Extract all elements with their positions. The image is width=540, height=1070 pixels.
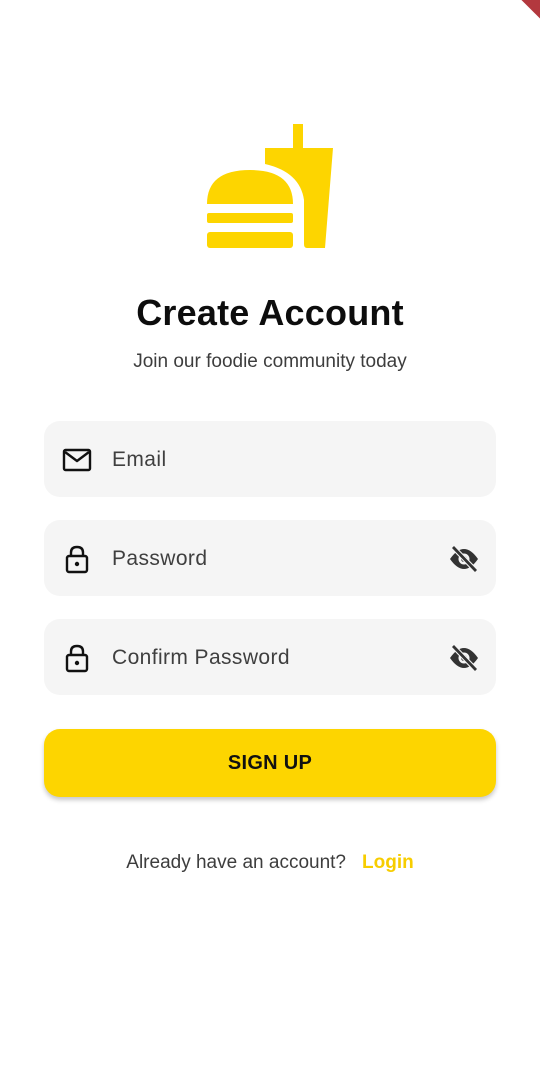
password-input[interactable]	[110, 520, 414, 598]
signup-screen: Create Account Join our foodie community…	[0, 0, 540, 1070]
email-field[interactable]	[44, 421, 496, 499]
login-prompt-text: Already have an account?	[126, 852, 346, 873]
login-link[interactable]: Login	[362, 852, 414, 873]
burger-drink-icon	[207, 124, 333, 248]
mail-icon	[62, 448, 92, 472]
page-title: Create Account	[136, 292, 404, 333]
debug-banner	[497, 0, 540, 34]
lock-icon	[65, 545, 89, 574]
email-input[interactable]	[110, 421, 414, 499]
confirm-password-field[interactable]	[44, 619, 496, 697]
lock-icon	[65, 644, 89, 673]
visibility-off-icon[interactable]	[448, 643, 480, 673]
password-field[interactable]	[44, 520, 496, 598]
visibility-off-icon[interactable]	[448, 544, 480, 574]
confirm-password-input[interactable]	[110, 619, 414, 697]
signup-button[interactable]: SIGN UP	[44, 729, 496, 797]
page-subtitle: Join our foodie community today	[133, 351, 407, 372]
login-prompt-row: Already have an account? Login	[0, 852, 540, 874]
